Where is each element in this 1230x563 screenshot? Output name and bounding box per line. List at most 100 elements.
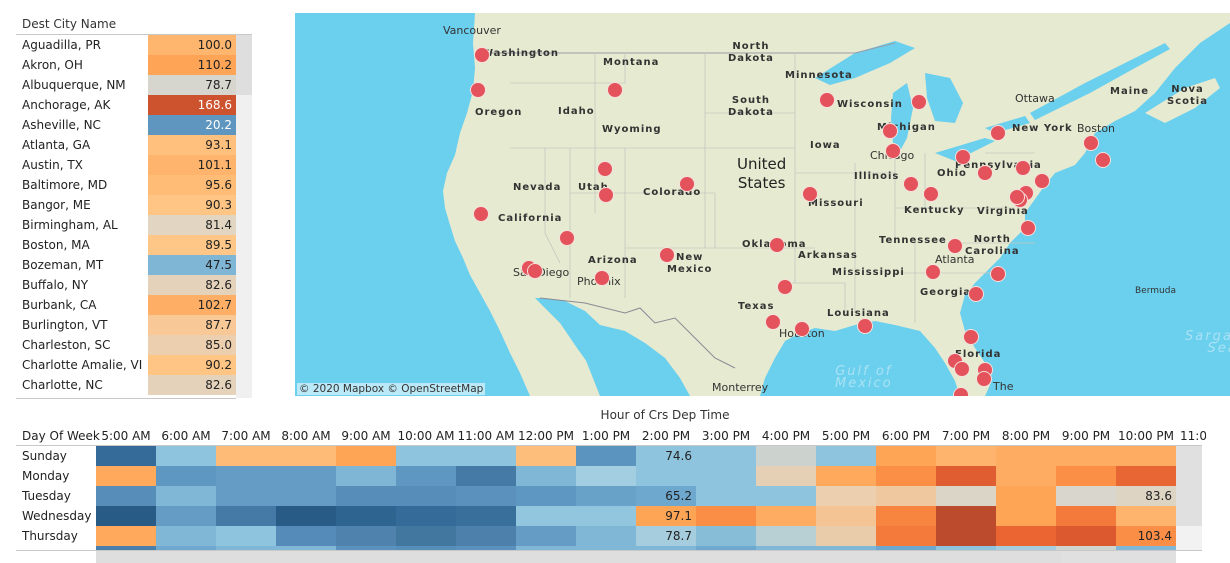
heatmap-cell[interactable] — [216, 526, 276, 546]
heatmap-cell[interactable] — [96, 526, 156, 546]
heatmap-cell[interactable] — [456, 466, 516, 486]
heatmap-cell[interactable] — [996, 526, 1056, 546]
airport-marker[interactable] — [953, 387, 969, 396]
airport-marker[interactable] — [819, 92, 835, 108]
airport-marker[interactable] — [473, 206, 489, 222]
city-value-cell[interactable]: 102.7 — [148, 295, 236, 315]
heatmap-day-label[interactable]: Monday — [22, 469, 69, 483]
heatmap-cell[interactable] — [576, 526, 636, 546]
heatmap-cell[interactable] — [1116, 446, 1176, 466]
city-value-cell[interactable]: 101.1 — [148, 155, 236, 175]
heatmap-cell[interactable] — [936, 446, 996, 466]
city-table-row[interactable]: Burlington, VT 87.7 — [16, 315, 236, 335]
heatmap-cell[interactable] — [336, 446, 396, 466]
airport-marker[interactable] — [990, 125, 1006, 141]
airport-marker[interactable] — [963, 329, 979, 345]
heatmap-cell[interactable] — [696, 446, 756, 466]
heatmap-column-label[interactable]: 2:00 PM — [636, 429, 696, 443]
city-value-cell[interactable]: 90.2 — [148, 355, 236, 375]
heatmap-horizontal-scroll-thumb[interactable] — [96, 551, 1061, 563]
heatmap-cell[interactable] — [576, 446, 636, 466]
heatmap-cell[interactable] — [276, 446, 336, 466]
heatmap-cell[interactable] — [396, 526, 456, 546]
map-view[interactable]: Vancouver Washington Montana North Dakota Mi… — [295, 13, 1230, 396]
heatmap-cell[interactable] — [156, 486, 216, 506]
heatmap-cell[interactable] — [456, 446, 516, 466]
heatmap-cell[interactable] — [396, 446, 456, 466]
city-table-row[interactable]: Buffalo, NY 82.6 — [16, 275, 236, 295]
heatmap-cell[interactable] — [216, 506, 276, 526]
heatmap-cell[interactable] — [756, 446, 816, 466]
heatmap-cell[interactable] — [756, 506, 816, 526]
heatmap-column-label[interactable]: 10:00 AM — [396, 429, 456, 443]
heatmap-cell[interactable] — [756, 466, 816, 486]
city-value-cell[interactable]: 95.6 — [148, 175, 236, 195]
heatmap-column-label[interactable]: 9:00 AM — [336, 429, 396, 443]
heatmap-cell[interactable] — [516, 466, 576, 486]
city-value-cell[interactable]: 110.2 — [148, 55, 236, 75]
heatmap-day-label[interactable]: Wednesday — [22, 509, 91, 523]
heatmap-cell[interactable] — [1056, 486, 1116, 506]
heatmap-cell[interactable] — [336, 506, 396, 526]
airport-marker[interactable] — [976, 371, 992, 387]
heatmap-cell[interactable] — [336, 466, 396, 486]
city-table-row[interactable]: Charlotte, NC 82.6 — [16, 375, 236, 395]
city-value-cell[interactable]: 82.6 — [148, 275, 236, 295]
city-value-cell[interactable]: 47.5 — [148, 255, 236, 275]
heatmap-cell[interactable] — [336, 526, 396, 546]
city-table-row[interactable]: Charlotte Amalie, VI 90.2 — [16, 355, 236, 375]
heatmap-cell[interactable] — [996, 486, 1056, 506]
heatmap-cell[interactable] — [156, 506, 216, 526]
city-table-header[interactable]: Dest City Name — [22, 17, 116, 31]
airport-marker[interactable] — [903, 176, 919, 192]
heatmap-cell[interactable] — [276, 526, 336, 546]
heatmap-cell[interactable] — [336, 486, 396, 506]
heatmap-cell[interactable] — [216, 446, 276, 466]
heatmap-cell[interactable] — [876, 526, 936, 546]
heatmap-column-label[interactable]: 11:00 PM — [1180, 429, 1206, 443]
heatmap-cell[interactable] — [756, 486, 816, 506]
heatmap-cell[interactable] — [156, 526, 216, 546]
heatmap-cell[interactable] — [1116, 466, 1176, 486]
heatmap-cell[interactable]: 97.1 — [636, 506, 696, 526]
heatmap-cell[interactable] — [1116, 506, 1176, 526]
airport-marker[interactable] — [925, 264, 941, 280]
heatmap-cell[interactable] — [276, 506, 336, 526]
airport-marker[interactable] — [1083, 135, 1099, 151]
airport-marker[interactable] — [777, 279, 793, 295]
heatmap-cell[interactable] — [96, 446, 156, 466]
city-value-cell[interactable]: 81.4 — [148, 215, 236, 235]
airport-marker[interactable] — [527, 263, 543, 279]
heatmap-column-label[interactable]: 12:00 PM — [516, 429, 576, 443]
airport-marker[interactable] — [885, 143, 901, 159]
city-value-cell[interactable]: 78.7 — [148, 75, 236, 95]
heatmap-row-header[interactable]: Day Of Week — [22, 429, 100, 443]
heatmap-cell[interactable] — [516, 446, 576, 466]
airport-marker[interactable] — [559, 230, 575, 246]
city-table-row[interactable]: Aguadilla, PR 100.0 — [16, 35, 236, 55]
heatmap-column-label[interactable]: 11:00 AM — [456, 429, 516, 443]
city-table-row[interactable]: Atlanta, GA 93.1 — [16, 135, 236, 155]
city-table-row[interactable]: Akron, OH 110.2 — [16, 55, 236, 75]
heatmap-cell[interactable] — [216, 486, 276, 506]
city-table-row[interactable]: Bangor, ME 90.3 — [16, 195, 236, 215]
heatmap-cell[interactable]: 83.6 — [1116, 486, 1176, 506]
city-value-cell[interactable]: 89.5 — [148, 235, 236, 255]
airport-marker[interactable] — [968, 286, 984, 302]
heatmap-cell[interactable]: 78.7 — [636, 526, 696, 546]
city-table-row[interactable]: Austin, TX 101.1 — [16, 155, 236, 175]
city-value-cell[interactable]: 82.6 — [148, 375, 236, 395]
heatmap-column-label[interactable]: 6:00 PM — [876, 429, 936, 443]
heatmap-cell[interactable] — [96, 466, 156, 486]
airport-marker[interactable] — [1095, 152, 1111, 168]
heatmap-cell[interactable] — [96, 506, 156, 526]
heatmap-cell[interactable] — [816, 446, 876, 466]
airport-marker[interactable] — [769, 237, 785, 253]
heatmap-cell[interactable] — [996, 506, 1056, 526]
heatmap-cell[interactable] — [456, 506, 516, 526]
heatmap-column-label[interactable]: 1:00 PM — [576, 429, 636, 443]
heatmap-cell[interactable] — [696, 486, 756, 506]
heatmap-cell[interactable] — [876, 486, 936, 506]
city-table-row[interactable]: Boston, MA 89.5 — [16, 235, 236, 255]
city-table-row[interactable]: Albuquerque, NM 78.7 — [16, 75, 236, 95]
